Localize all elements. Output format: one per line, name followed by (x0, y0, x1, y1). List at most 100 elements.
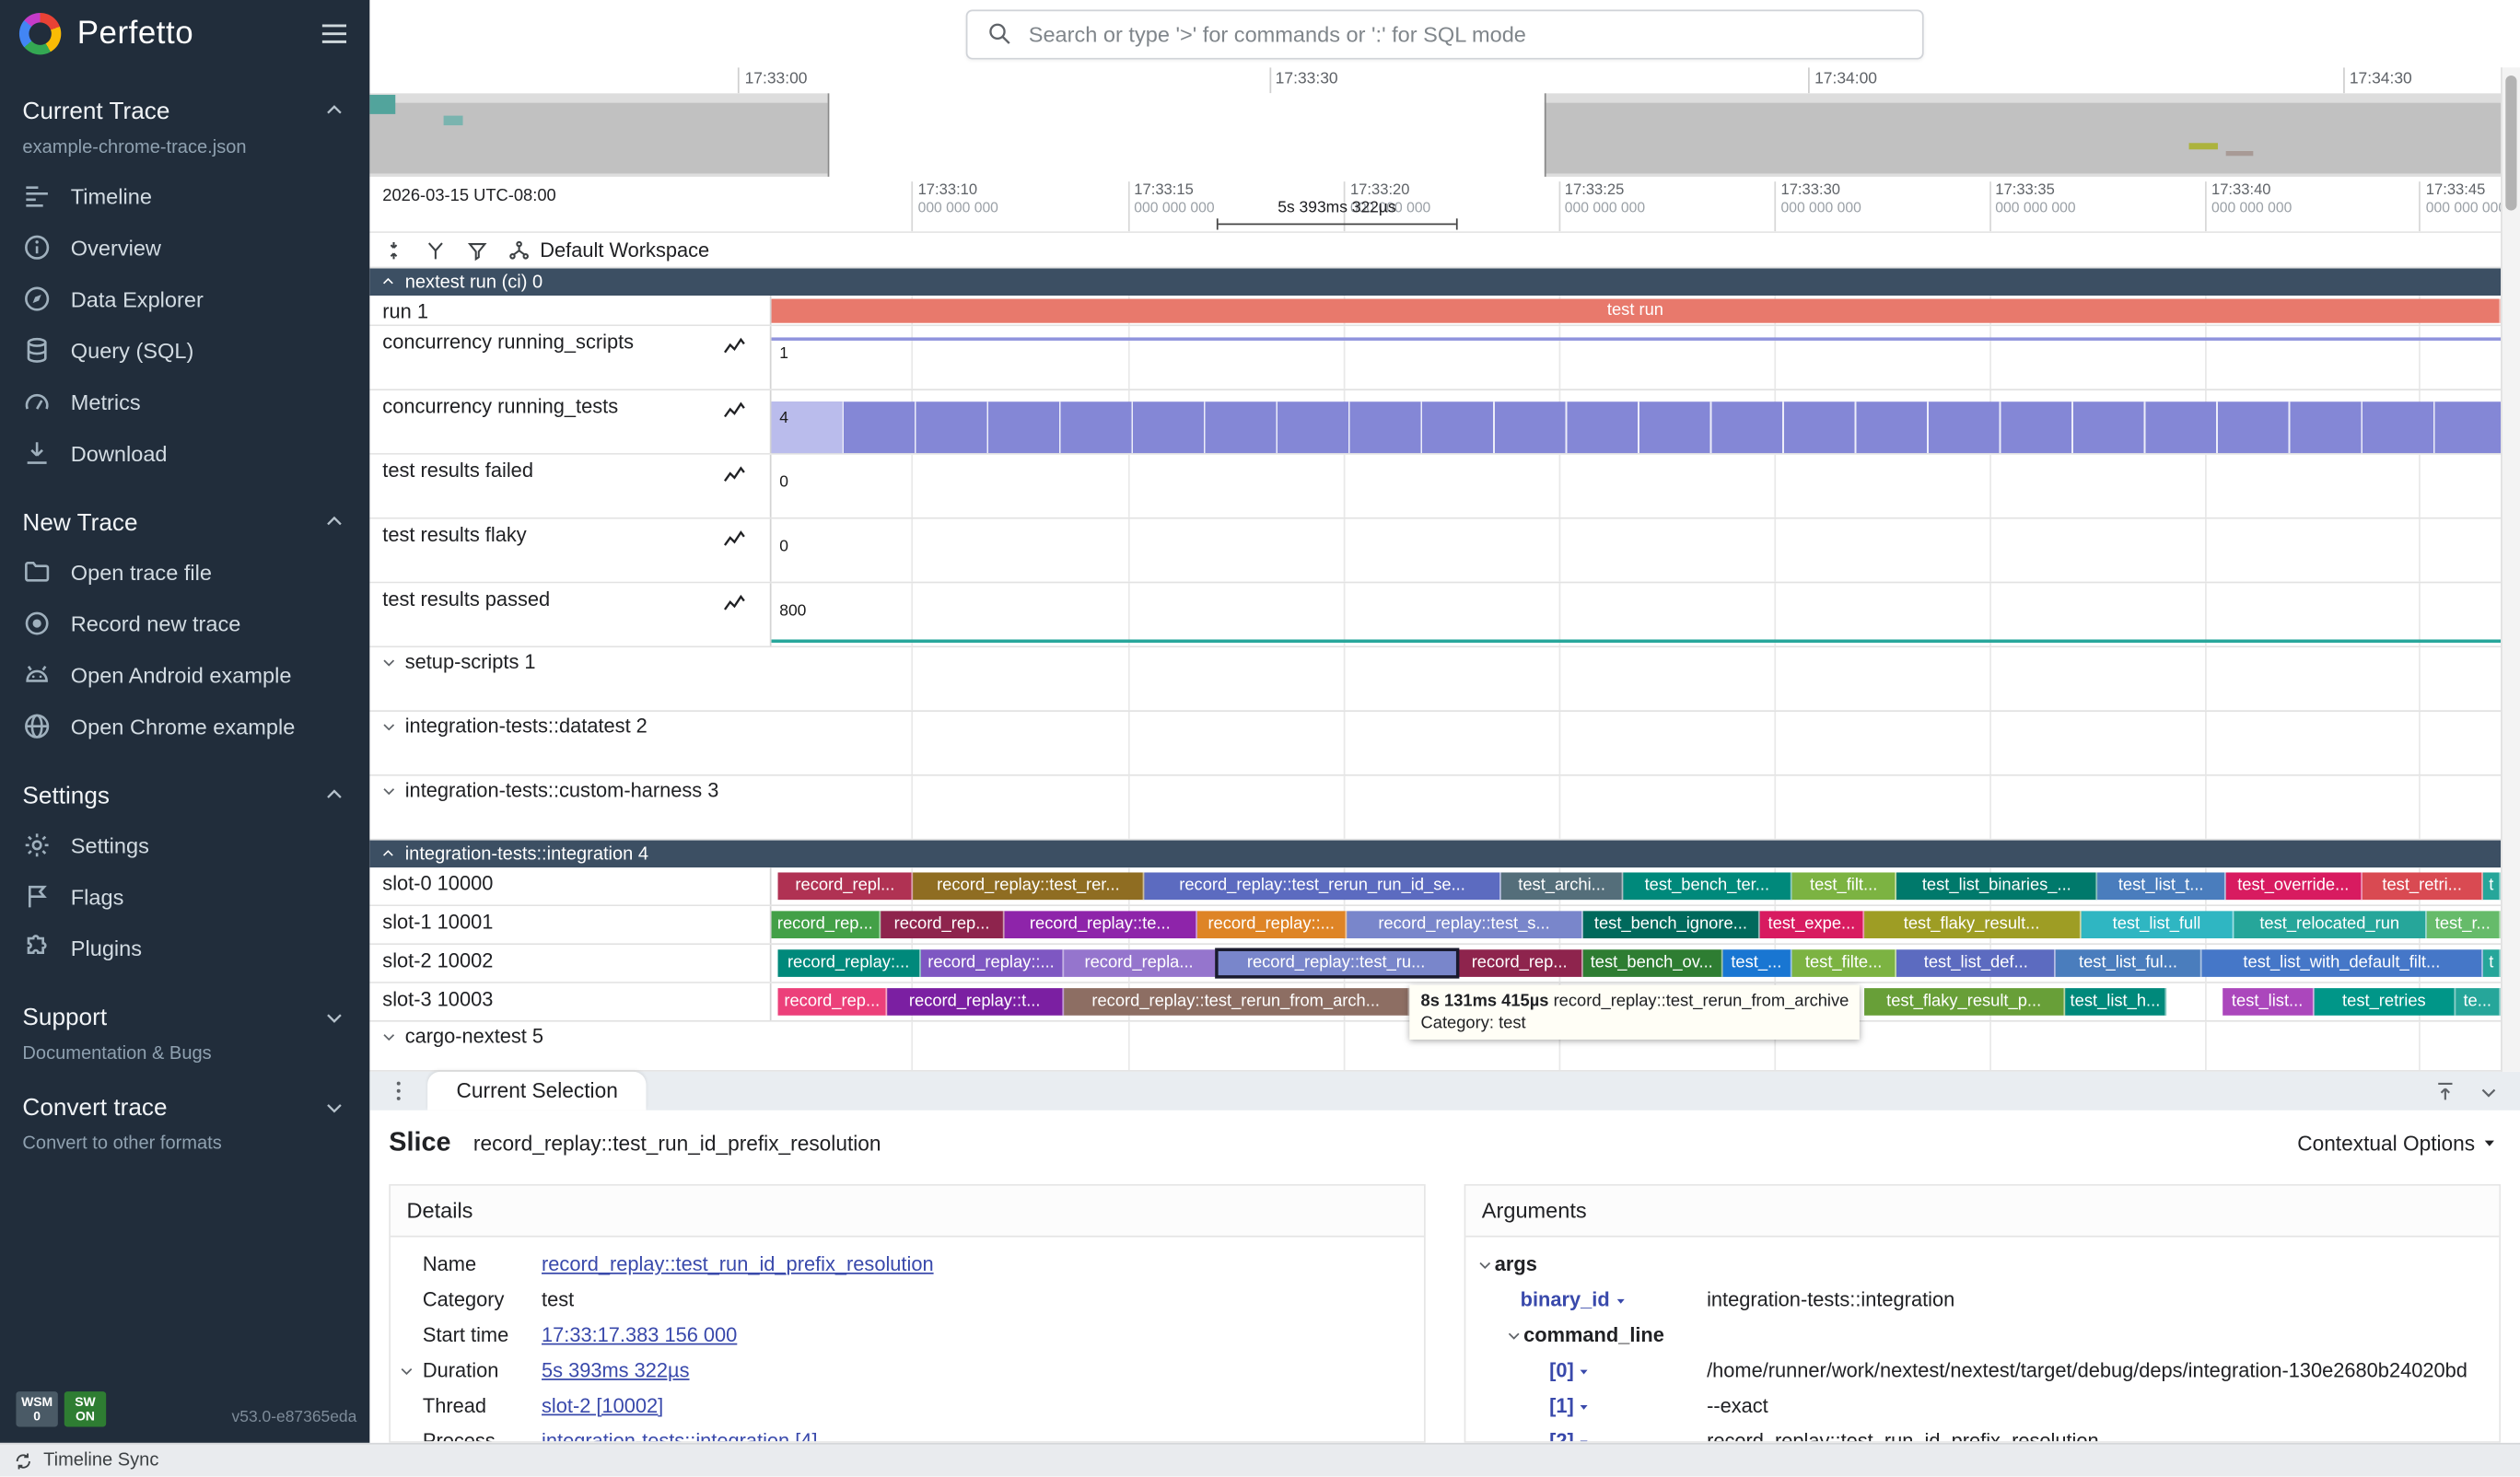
track-canvas[interactable]: 4 (772, 390, 2502, 453)
collapsed-group-header[interactable]: integration-tests::datatest 2 (379, 715, 648, 737)
sidebar-item-flags[interactable]: Flags (0, 871, 369, 923)
sidebar-section-header-convert-trace[interactable]: Convert trace (0, 1083, 369, 1131)
arg-key-link[interactable]: [1] (1549, 1395, 1574, 1417)
collapsed-group-header[interactable]: integration-tests::custom-harness 3 (379, 779, 719, 801)
arg-key-link[interactable]: binary_id (1521, 1288, 1610, 1310)
sidebar-item-open-trace-file[interactable]: Open trace file (0, 546, 369, 598)
detail-value-link[interactable]: 17:33:17.383 156 000 (542, 1324, 737, 1346)
chevron-down-icon[interactable] (1504, 1326, 1523, 1345)
slice[interactable]: test_bench_ter... (1624, 872, 1791, 900)
track-label[interactable]: test results failed (369, 455, 771, 518)
slice[interactable]: record_replay::... (1196, 911, 1347, 938)
tab-menu-icon[interactable] (386, 1078, 412, 1104)
slice[interactable]: record_replay::te... (1005, 911, 1196, 938)
tab-current-selection[interactable]: Current Selection (427, 1072, 647, 1111)
slice[interactable]: test_filte... (1791, 949, 1897, 977)
slice[interactable]: test_list... (2222, 988, 2314, 1016)
slice[interactable]: record_replay::... (920, 949, 1064, 977)
arg-key-link[interactable]: [2] (1549, 1430, 1574, 1443)
contextual-options-button[interactable]: Contextual Options (2297, 1131, 2501, 1155)
track-label[interactable]: test results passed (369, 583, 771, 645)
sidebar-item-open-chrome-example[interactable]: Open Chrome example (0, 701, 369, 752)
filter-tracks-icon[interactable] (466, 238, 488, 261)
slice[interactable]: test_retri... (2362, 872, 2483, 900)
sidebar-item-metrics[interactable]: Metrics (0, 376, 369, 427)
sidebar-item-open-android-example[interactable]: Open Android example (0, 649, 369, 701)
track-canvas[interactable] (772, 712, 2502, 774)
search-input[interactable] (1029, 22, 1903, 46)
slice[interactable]: t (2483, 872, 2501, 900)
sidebar-section-header-support[interactable]: Support (0, 993, 369, 1041)
track-canvas[interactable]: record_replay:...record_replay::...recor… (772, 945, 2502, 982)
slice[interactable]: test_flaky_result_p... (1864, 988, 2065, 1016)
slice[interactable]: record_rep... (881, 911, 1005, 938)
track-canvas[interactable] (772, 776, 2502, 839)
track-group-header[interactable]: integration-tests::integration 4 (369, 841, 2501, 868)
track-label[interactable]: concurrency running_scripts (369, 326, 771, 389)
arg-dropdown-icon[interactable] (1611, 1291, 1628, 1308)
slice[interactable]: record_rep... (1458, 949, 1582, 977)
track-canvas[interactable]: 0 (772, 455, 2502, 518)
arg-dropdown-icon[interactable] (1575, 1397, 1592, 1414)
track-label[interactable]: concurrency running_tests (369, 390, 771, 453)
slice[interactable]: te... (2456, 988, 2501, 1016)
slice[interactable]: test_list_full (2081, 911, 2234, 938)
slice[interactable]: record_repl... (778, 872, 913, 900)
slice[interactable]: test_bench_ignore... (1582, 911, 1760, 938)
slice[interactable]: record_repla... (1064, 949, 1216, 977)
slice[interactable]: test_archi... (1501, 872, 1624, 900)
slice[interactable]: test_list_binaries_... (1897, 872, 2098, 900)
slice[interactable]: test run (772, 299, 2502, 323)
collapsed-group-header[interactable]: setup-scripts 1 (379, 651, 536, 673)
arg-dropdown-icon[interactable] (1575, 1433, 1592, 1443)
collapse-panel-icon[interactable] (2477, 1079, 2501, 1103)
slice[interactable]: record_rep... (772, 911, 881, 938)
slice[interactable]: test_filt... (1791, 872, 1897, 900)
timeline-overview[interactable]: 17:33:0017:33:3017:34:0017:34:30 (369, 67, 2501, 177)
slice[interactable]: test_list_h... (2065, 988, 2167, 1016)
sidebar-section-header-new-trace[interactable]: New Trace (0, 498, 369, 546)
chevron-down-icon[interactable] (397, 1361, 416, 1380)
track-label[interactable]: slot-2 10002 (369, 945, 771, 982)
scrollbar-thumb[interactable] (2505, 76, 2516, 211)
slice[interactable]: record_replay:... (778, 949, 920, 977)
selected-slice[interactable]: record_replay::test_ru... (1216, 949, 1458, 977)
chevron-down-icon[interactable] (1476, 1255, 1495, 1274)
sidebar-section-header-settings[interactable]: Settings (0, 772, 369, 820)
slice[interactable]: test_bench_ov... (1582, 949, 1722, 977)
arg-dropdown-icon[interactable] (1575, 1362, 1592, 1379)
detail-value-link[interactable]: 5s 393ms 322µs (542, 1359, 690, 1381)
track-canvas[interactable]: test run (772, 296, 2502, 324)
slice[interactable]: test_list_t... (2098, 872, 2226, 900)
track-group-header[interactable]: nextest run (ci) 0 (369, 268, 2501, 296)
slice[interactable]: record_replay::test_rerun_from_arch... (1064, 988, 1409, 1016)
slice[interactable]: test_retries (2314, 988, 2456, 1016)
track-canvas[interactable]: record_rep...record_replay::t...record_r… (772, 983, 2502, 1020)
slice[interactable]: test_r... (2426, 911, 2501, 938)
collapsed-group-header[interactable]: cargo-nextest 5 (379, 1025, 543, 1047)
track-label[interactable]: slot-1 10001 (369, 906, 771, 943)
track-canvas[interactable]: 0 (772, 519, 2502, 582)
track-canvas[interactable] (772, 647, 2502, 710)
menu-icon[interactable] (318, 17, 350, 50)
slice[interactable]: test_... (1722, 949, 1791, 977)
track-label[interactable]: run 1 (369, 296, 771, 324)
slice[interactable]: t (2483, 949, 2501, 977)
expand-panel-icon[interactable] (2433, 1079, 2457, 1103)
track-label[interactable]: slot-3 10003 (369, 983, 771, 1020)
slice[interactable]: record_replay::test_rer... (913, 872, 1145, 900)
sidebar-item-overview[interactable]: Overview (0, 222, 369, 273)
overview-viewport-edge[interactable] (1544, 93, 1546, 177)
detail-value-link[interactable]: record_replay::test_run_id_prefix_resolu… (542, 1253, 934, 1275)
track-canvas[interactable]: record_rep...record_rep...record_replay:… (772, 906, 2502, 943)
slice[interactable]: record_replay::test_s... (1348, 911, 1582, 938)
sidebar-item-download[interactable]: Download (0, 427, 369, 479)
sidebar-item-settings[interactable]: Settings (0, 820, 369, 871)
sidebar-item-plugins[interactable]: Plugins (0, 923, 369, 974)
workspace-selector[interactable]: Default Workspace (508, 238, 709, 261)
sidebar-item-record-new-trace[interactable]: Record new trace (0, 598, 369, 649)
flatten-groups-icon[interactable] (425, 238, 447, 261)
vertical-scrollbar[interactable] (2501, 67, 2520, 1072)
slice[interactable]: test_list_with_default_filt... (2201, 949, 2483, 977)
slice[interactable]: test_list_def... (1897, 949, 2057, 977)
